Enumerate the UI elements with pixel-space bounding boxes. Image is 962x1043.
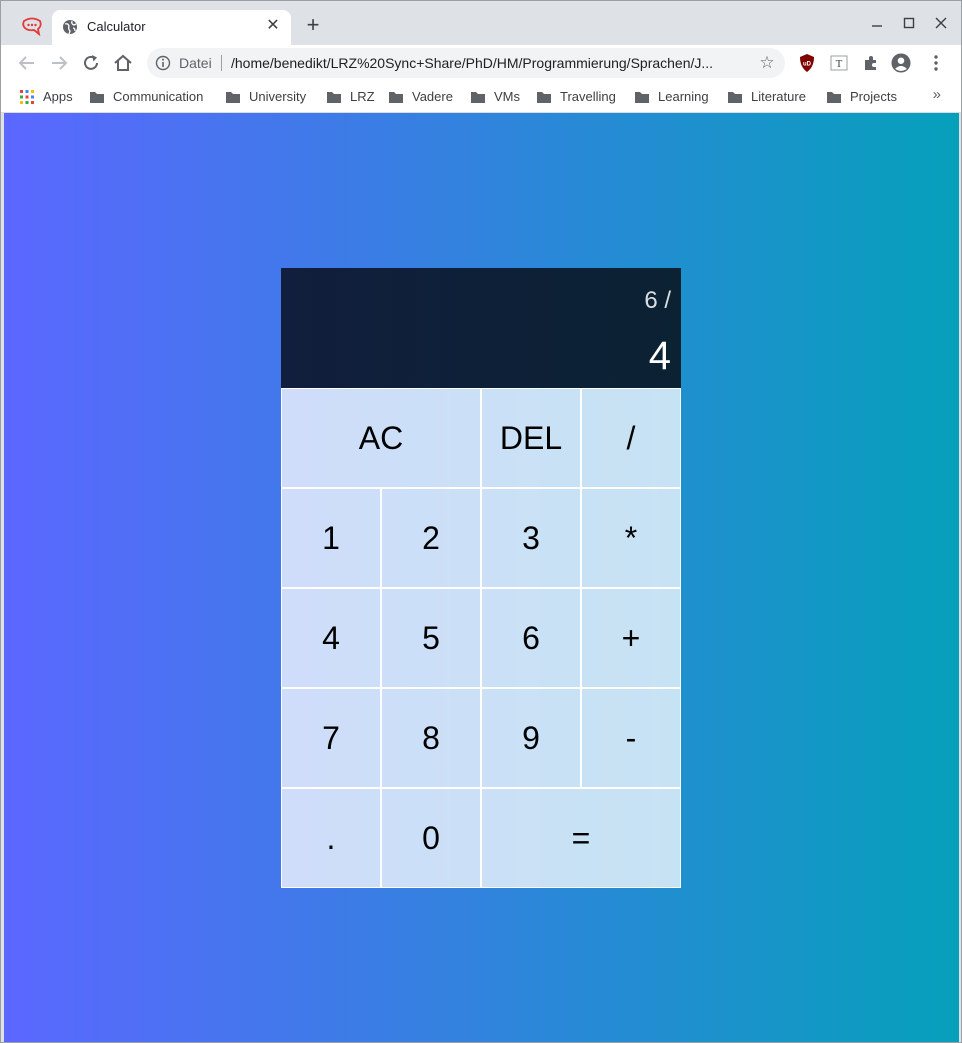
all-clear-button[interactable]: AC xyxy=(281,388,481,488)
bookmark-label: LRZ xyxy=(350,89,375,104)
tab-strip: Calculator ✕ + xyxy=(1,1,961,45)
bookmark-label: Apps xyxy=(43,89,73,104)
bookmarks-bar: Apps Communication University LRZ Vadere… xyxy=(1,81,961,113)
previous-operand: 6 / xyxy=(644,287,671,315)
extensions-puzzle-icon[interactable] xyxy=(861,53,881,73)
omnibox-divider xyxy=(221,55,222,71)
digit-7-button[interactable]: 7 xyxy=(281,688,381,788)
subtract-button[interactable]: - xyxy=(581,688,681,788)
info-icon[interactable] xyxy=(155,55,171,71)
tab-calculator[interactable]: Calculator ✕ xyxy=(52,10,291,45)
bookmark-star-icon[interactable]: ☆ xyxy=(757,53,777,73)
tab-title: Calculator xyxy=(87,19,146,34)
browser-window: Calculator ✕ + Datei /home/benedikt/LRZ%… xyxy=(0,0,962,1043)
bookmark-label: Learning xyxy=(658,89,709,104)
bookmark-label: Travelling xyxy=(560,89,616,104)
delete-button[interactable]: DEL xyxy=(481,388,581,488)
folder-icon xyxy=(389,92,403,103)
ublock-origin-icon[interactable]: uD xyxy=(797,53,817,73)
page-viewport: 6 / 4 AC DEL / 1 2 3 * 4 5 6 + 7 8 9 - .… xyxy=(4,113,959,1042)
add-button[interactable]: + xyxy=(581,588,681,688)
digit-3-button[interactable]: 3 xyxy=(481,488,581,588)
close-tab-icon[interactable]: ✕ xyxy=(265,18,281,34)
digit-5-button[interactable]: 5 xyxy=(381,588,481,688)
decimal-point-button[interactable]: . xyxy=(281,788,381,888)
chat-app-icon[interactable] xyxy=(21,17,43,37)
address-bar[interactable]: Datei /home/benedikt/LRZ%20Sync+Share/Ph… xyxy=(147,48,785,78)
digit-4-button[interactable]: 4 xyxy=(281,588,381,688)
digit-1-button[interactable]: 1 xyxy=(281,488,381,588)
apps-grid-icon xyxy=(20,90,34,104)
bookmark-label: Literature xyxy=(751,89,806,104)
new-tab-icon[interactable]: + xyxy=(303,14,323,36)
minimize-icon[interactable] xyxy=(867,13,887,33)
digit-2-button[interactable]: 2 xyxy=(381,488,481,588)
folder-icon xyxy=(226,92,240,103)
back-arrow-icon[interactable] xyxy=(15,51,39,75)
current-operand: 4 xyxy=(648,333,671,378)
reload-icon[interactable] xyxy=(79,51,103,75)
folder-icon xyxy=(471,92,485,103)
calculator-display: 6 / 4 xyxy=(281,268,681,388)
folder-icon xyxy=(635,92,649,103)
folder-icon xyxy=(327,92,341,103)
scheme-label: Datei xyxy=(179,55,212,71)
digit-0-button[interactable]: 0 xyxy=(381,788,481,888)
maximize-icon[interactable] xyxy=(899,13,919,33)
bookmark-label: VMs xyxy=(494,89,520,104)
text-extension-icon[interactable]: T xyxy=(829,53,849,73)
svg-text:uD: uD xyxy=(803,62,812,68)
bookmark-label: Projects xyxy=(850,89,897,104)
globe-icon xyxy=(63,20,77,35)
bookmark-label: Communication xyxy=(113,89,204,104)
close-window-icon[interactable] xyxy=(931,13,951,33)
kebab-menu-icon[interactable] xyxy=(926,53,946,73)
folder-icon xyxy=(827,92,841,103)
divide-button[interactable]: / xyxy=(581,388,681,488)
toolbar: Datei /home/benedikt/LRZ%20Sync+Share/Ph… xyxy=(1,45,961,81)
forward-arrow-icon[interactable] xyxy=(47,51,71,75)
url-text[interactable]: /home/benedikt/LRZ%20Sync+Share/PhD/HM/P… xyxy=(231,55,751,71)
multiply-button[interactable]: * xyxy=(581,488,681,588)
folder-icon xyxy=(537,92,551,103)
more-bookmarks-chevron-icon[interactable]: » xyxy=(933,86,941,103)
profile-avatar-icon[interactable] xyxy=(891,53,911,73)
digit-6-button[interactable]: 6 xyxy=(481,588,581,688)
home-icon[interactable] xyxy=(111,51,135,75)
folder-icon xyxy=(90,92,104,103)
svg-text:T: T xyxy=(836,58,843,70)
equals-button[interactable]: = xyxy=(481,788,681,888)
bookmark-label: Vadere xyxy=(412,89,453,104)
calculator-grid: 6 / 4 AC DEL / 1 2 3 * 4 5 6 + 7 8 9 - .… xyxy=(281,268,681,888)
folder-icon xyxy=(728,92,742,103)
digit-9-button[interactable]: 9 xyxy=(481,688,581,788)
digit-8-button[interactable]: 8 xyxy=(381,688,481,788)
bookmark-label: University xyxy=(249,89,307,104)
